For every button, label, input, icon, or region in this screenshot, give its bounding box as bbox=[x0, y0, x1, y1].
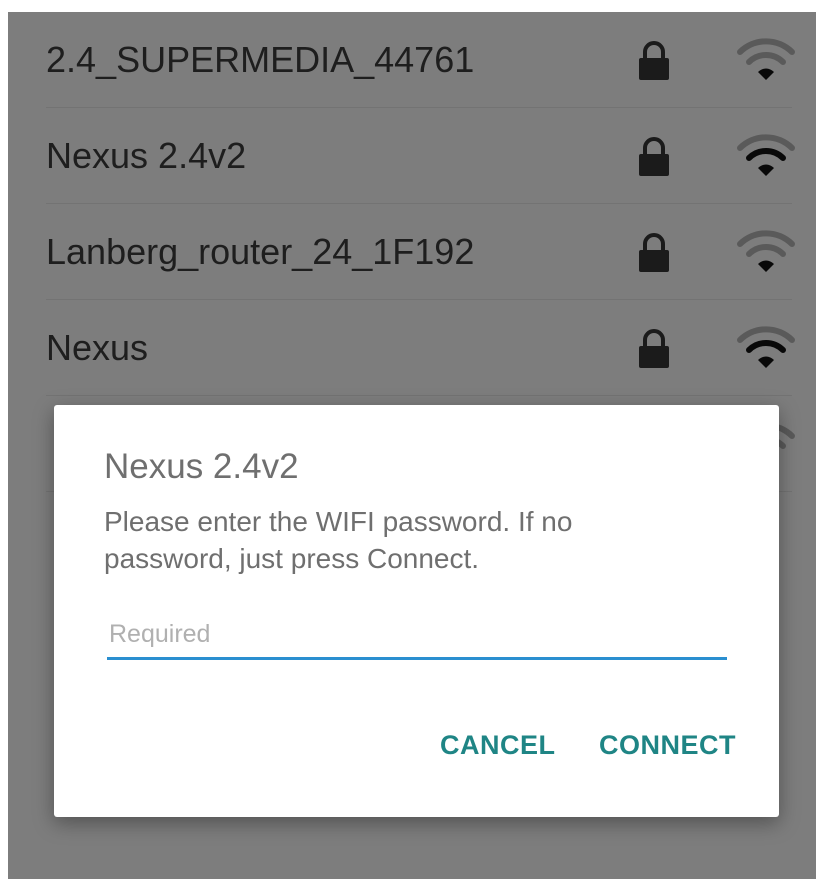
connect-button[interactable]: CONNECT bbox=[599, 730, 736, 761]
wifi-settings-screen: 2.4_SUPERMEDIA_44761 Nexus 2.4v2 Lanberg… bbox=[8, 12, 816, 879]
wifi-password-dialog: Nexus 2.4v2 Please enter the WIFI passwo… bbox=[54, 405, 779, 817]
password-input[interactable] bbox=[107, 611, 727, 660]
cancel-button[interactable]: CANCEL bbox=[440, 730, 556, 761]
dialog-message: Please enter the WIFI password. If no pa… bbox=[104, 506, 573, 574]
dialog-title: Nexus 2.4v2 bbox=[104, 447, 299, 486]
